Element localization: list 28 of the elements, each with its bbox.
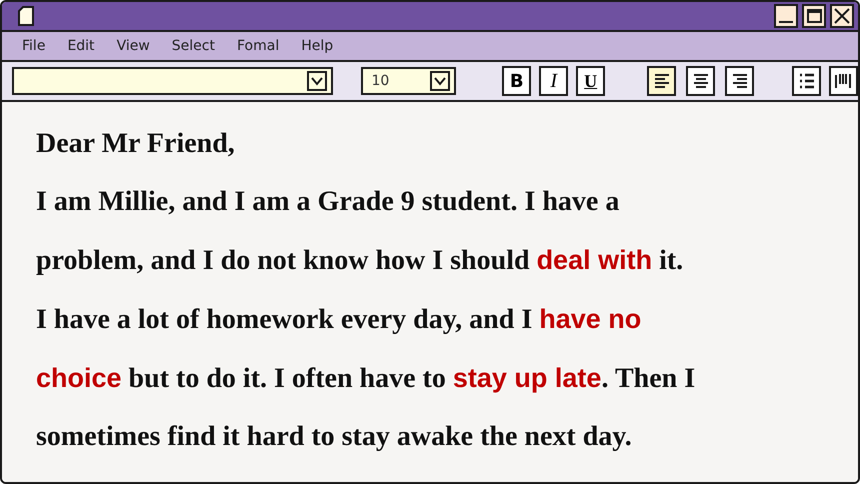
maximize-button[interactable]	[802, 4, 826, 28]
document-icon	[18, 6, 34, 26]
underline-button[interactable]: U	[576, 66, 606, 96]
menu-item[interactable]: Select	[172, 36, 215, 56]
align-left-button[interactable]	[647, 66, 676, 96]
text-line: choice but to do it. I often have to stay up late. Then I	[36, 362, 696, 396]
menu-item[interactable]: Fomal	[237, 36, 280, 56]
text-line: I have a lot of homework every day, and I have no	[36, 303, 642, 337]
font-dropdown[interactable]	[12, 67, 334, 95]
text-line: problem, and I do not know how I should deal with it.	[36, 244, 684, 278]
text-line: Dear Mr Friend,	[36, 127, 235, 161]
columns-button[interactable]	[829, 66, 858, 96]
minimize-button[interactable]	[774, 4, 798, 28]
columns-icon	[833, 71, 854, 91]
field-value: 10	[371, 72, 390, 90]
text-line: I am Millie, and I am a Grade 9 student. I have a	[36, 185, 620, 219]
menu-item[interactable]: Edit	[67, 36, 95, 56]
align-right-button[interactable]	[725, 66, 754, 96]
close-button[interactable]	[830, 4, 854, 28]
align-center-button[interactable]	[686, 66, 716, 96]
menu-item[interactable]: View	[116, 36, 150, 56]
menu-item[interactable]: Help	[301, 36, 334, 56]
text-line: sometimes find it hard to stay awake the next day.	[36, 420, 632, 454]
italic-button[interactable]: I	[539, 66, 568, 96]
font-size-dropdown[interactable]: 10	[361, 67, 456, 95]
menu-item[interactable]: File	[22, 36, 46, 56]
bold-button[interactable]: B	[502, 66, 532, 96]
list-button[interactable]	[792, 66, 821, 96]
